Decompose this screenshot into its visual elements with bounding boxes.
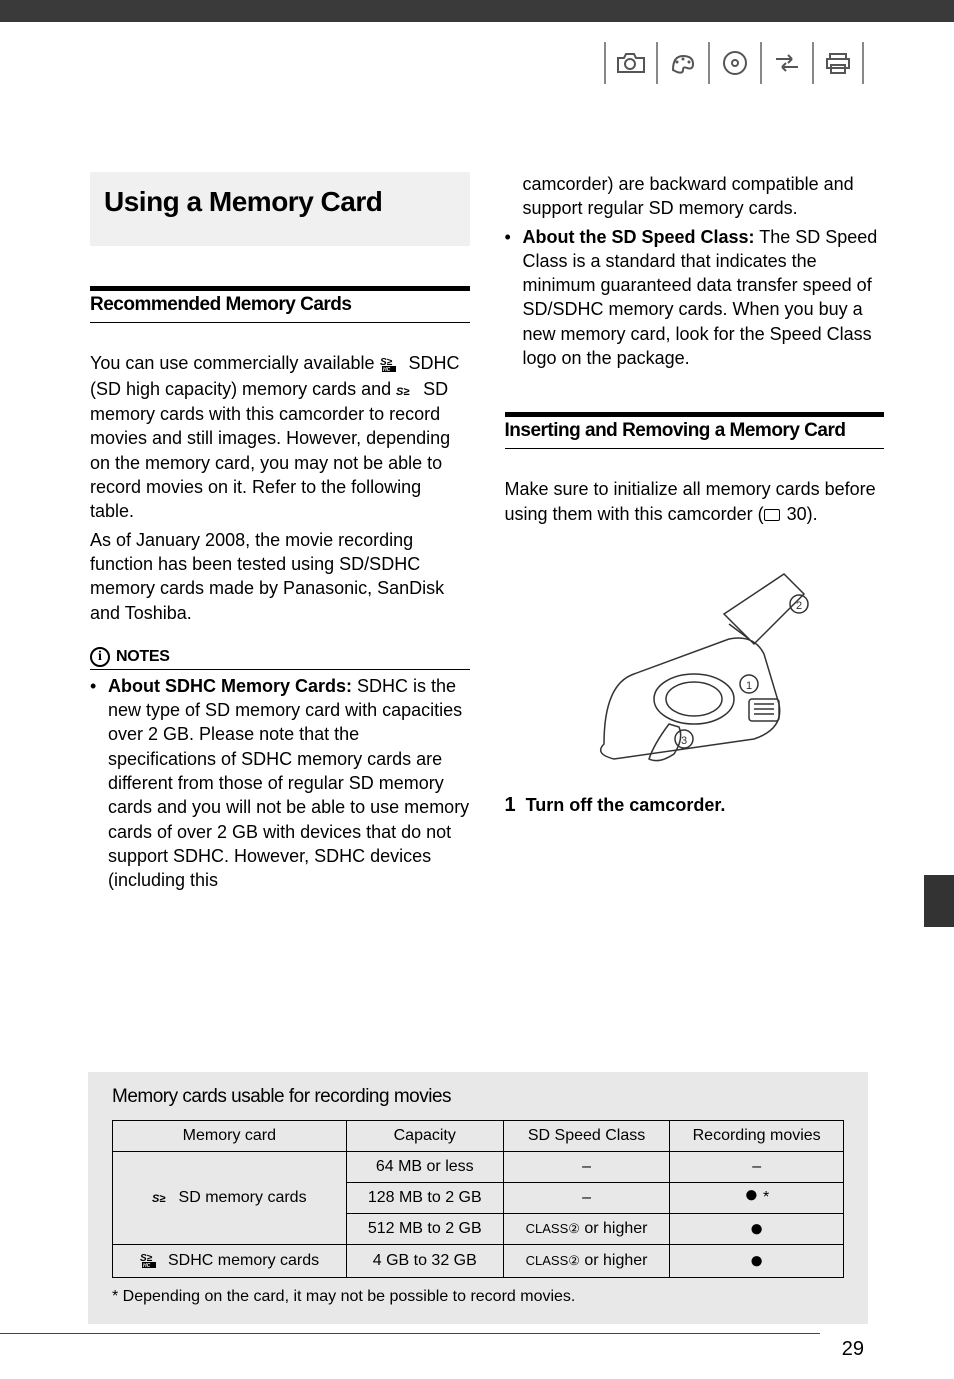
cell-text: SDHC memory cards xyxy=(164,1252,320,1269)
step-number: 1 xyxy=(505,794,516,816)
cell-capacity: 64 MB or less xyxy=(346,1152,503,1183)
note-lead: About SDHC Memory Cards: xyxy=(108,676,352,696)
class-icon: CLASS② xyxy=(526,1221,580,1236)
cell-rec: ● * xyxy=(670,1183,844,1214)
disc-icon xyxy=(708,42,760,84)
book-icon xyxy=(764,509,780,521)
text-span: You can use commercially available xyxy=(90,353,380,373)
sd-icon: S≥ xyxy=(396,381,418,403)
cell-text: SD memory cards xyxy=(174,1189,306,1206)
paint-icon xyxy=(656,42,708,84)
notes-list-cont: About the SD Speed Class: The SD Speed C… xyxy=(505,225,885,371)
svg-text:HC: HC xyxy=(143,1263,151,1269)
paragraph-1: You can use commercially available S≥HC … xyxy=(90,351,470,524)
note-body: The SD Speed Class is a standard that in… xyxy=(523,227,878,368)
cell-rec: ● xyxy=(670,1214,844,1245)
list-item: About SDHC Memory Cards: SDHC is the new… xyxy=(90,674,470,893)
cell-rec: – xyxy=(670,1152,844,1183)
cell-text: or higher xyxy=(580,1252,648,1269)
svg-text:3: 3 xyxy=(681,735,687,747)
right-column: camcorder) are backward compatible and s… xyxy=(505,172,885,897)
page-ref: 30). xyxy=(782,504,818,524)
svg-text:S≥: S≥ xyxy=(396,386,409,397)
camera-icon xyxy=(604,42,656,84)
svg-text:HC: HC xyxy=(383,367,391,373)
transfer-icon xyxy=(760,42,812,84)
cell-capacity: 512 MB to 2 GB xyxy=(346,1214,503,1245)
section-heading-recommended: Recommended Memory Cards xyxy=(90,286,470,323)
list-item: About the SD Speed Class: The SD Speed C… xyxy=(505,225,885,371)
notes-list: About SDHC Memory Cards: SDHC is the new… xyxy=(90,674,470,893)
paragraph-2: As of January 2008, the movie recording … xyxy=(90,528,470,625)
svg-text:2: 2 xyxy=(796,600,802,612)
footer-line xyxy=(0,1333,820,1334)
table-header-row: Memory card Capacity SD Speed Class Reco… xyxy=(113,1121,844,1152)
cell-speed: CLASS② or higher xyxy=(503,1214,669,1245)
table-row: S≥ SD memory cards 64 MB or less – – xyxy=(113,1152,844,1183)
section-heading-inserting: Inserting and Removing a Memory Card xyxy=(505,412,885,449)
mode-icon-strip xyxy=(604,42,864,84)
text-span: Make sure to initialize all memory cards… xyxy=(505,479,876,523)
step-text: Turn off the camcorder. xyxy=(526,795,726,815)
th-speed: SD Speed Class xyxy=(503,1121,669,1152)
cell-rec: ● xyxy=(670,1245,844,1278)
th-card: Memory card xyxy=(113,1121,347,1152)
camcorder-illustration: 2 1 3 xyxy=(554,544,834,784)
cell-capacity: 128 MB to 2 GB xyxy=(346,1183,503,1214)
compatibility-table: Memory card Capacity SD Speed Class Reco… xyxy=(112,1120,844,1278)
cell-card-sd: S≥ SD memory cards xyxy=(113,1152,347,1245)
top-dark-bar xyxy=(0,0,954,22)
step-1: 1 Turn off the camcorder. xyxy=(505,794,885,817)
main-heading-box: Using a Memory Card xyxy=(90,172,470,246)
sdhc-icon: S≥HC xyxy=(380,355,404,377)
table-row: S≥HC SDHC memory cards 4 GB to 32 GB CLA… xyxy=(113,1245,844,1278)
notes-label: NOTES xyxy=(116,648,170,666)
svg-text:S≥: S≥ xyxy=(152,1193,165,1204)
th-capacity: Capacity xyxy=(346,1121,503,1152)
th-recording: Recording movies xyxy=(670,1121,844,1152)
cell-capacity: 4 GB to 32 GB xyxy=(346,1245,503,1278)
note-lead: About the SD Speed Class: xyxy=(523,227,755,247)
sd-icon: S≥ xyxy=(152,1190,174,1208)
info-icon: i xyxy=(90,647,110,667)
main-heading: Using a Memory Card xyxy=(104,186,456,218)
cell-speed: – xyxy=(503,1152,669,1183)
paragraph-initialize: Make sure to initialize all memory cards… xyxy=(505,477,885,526)
class-icon: CLASS② xyxy=(526,1253,580,1268)
table-section: Memory cards usable for recording movies… xyxy=(88,1072,868,1324)
print-icon xyxy=(812,42,864,84)
table-title: Memory cards usable for recording movies xyxy=(112,1086,844,1108)
notes-heading: i NOTES xyxy=(90,647,470,670)
cell-card-sdhc: S≥HC SDHC memory cards xyxy=(113,1245,347,1278)
note-body: SDHC is the new type of SD memory card w… xyxy=(108,676,469,890)
left-column: Using a Memory Card Recommended Memory C… xyxy=(90,172,470,897)
sdhc-icon: S≥HC xyxy=(140,1251,164,1271)
cell-text: or higher xyxy=(580,1220,648,1237)
note-continuation: camcorder) are backward compatible and s… xyxy=(505,172,885,221)
content-area: Using a Memory Card Recommended Memory C… xyxy=(0,22,954,897)
cell-speed: CLASS② or higher xyxy=(503,1245,669,1278)
svg-text:1: 1 xyxy=(746,680,752,692)
table-footnote: * Depending on the card, it may not be p… xyxy=(112,1288,844,1306)
side-tab xyxy=(924,875,954,927)
page-number: 29 xyxy=(842,1338,864,1361)
cell-speed: – xyxy=(503,1183,669,1214)
